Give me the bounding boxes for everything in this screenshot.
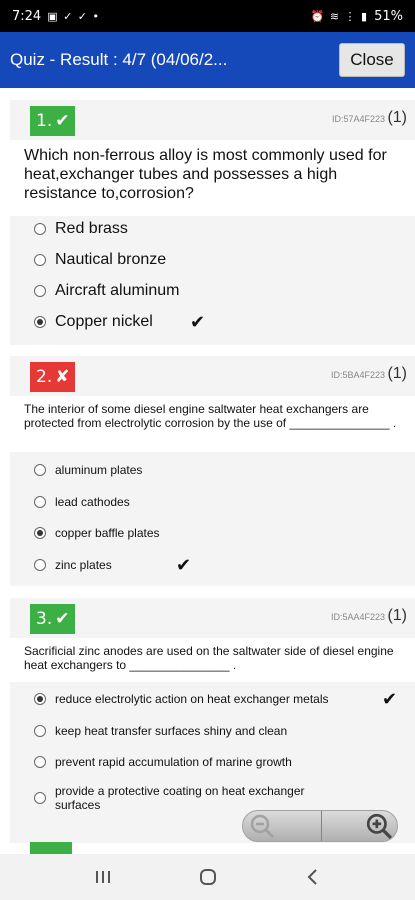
answer-option-label: Nautical bronze — [55, 251, 167, 268]
home-button[interactable] — [188, 862, 228, 892]
zoom-in-button[interactable] — [322, 811, 398, 841]
radio-button[interactable] — [34, 254, 46, 266]
question-card: 3. ✔ ID:5AA4F223 (1) Sacrificial zinc an… — [10, 598, 415, 843]
zoom-in-icon — [366, 813, 392, 839]
page-title: Quiz - Result : 4/7 (04/06/2... — [10, 50, 228, 69]
answer-option[interactable]: Nautical bronze — [34, 251, 166, 269]
question-id: ID:5BA4F223 — [330, 370, 385, 380]
answer-option[interactable]: zinc plates — [34, 558, 112, 572]
question-status-badge: 2. ✘ — [30, 362, 76, 392]
radio-button[interactable] — [34, 464, 46, 476]
radio-button-selected[interactable] — [34, 693, 46, 705]
answer-option[interactable]: prevent rapid accumulation of marine gro… — [34, 755, 292, 769]
answer-option[interactable]: keep heat transfer surfaces shiny and cl… — [34, 724, 287, 738]
question-header: 3. ✔ ID:5AA4F223 (1) — [10, 598, 415, 638]
radio-button-selected[interactable] — [34, 316, 46, 328]
question-text: Sacrificial zinc anodes are used on the … — [10, 638, 415, 682]
answer-option-label: Copper nickel — [55, 313, 153, 330]
radio-button[interactable] — [34, 496, 46, 508]
battery-level: 51% — [374, 8, 403, 24]
answer-option[interactable]: reduce electrolytic action on heat excha… — [34, 692, 329, 706]
answer-option[interactable]: Aircraft aluminum — [34, 282, 179, 300]
question-count: (1) — [387, 365, 407, 382]
radio-button[interactable] — [34, 285, 46, 297]
question-number: 2. — [36, 367, 53, 387]
question-card: 1. ✔ ID:57A4F223 (1) Which non-ferrous a… — [10, 100, 415, 345]
back-button[interactable] — [293, 862, 333, 892]
status-time: 7:24 — [12, 8, 42, 24]
answer-option-label: zinc plates — [55, 558, 112, 572]
app-bar: Quiz - Result : 4/7 (04/06/2... Close — [0, 32, 415, 88]
correct-answer-check-icon: ✔ — [176, 555, 192, 576]
radio-button[interactable] — [34, 792, 46, 804]
question-id: ID:5AA4F223 — [330, 612, 385, 622]
question-header: 2. ✘ ID:5BA4F223 (1) — [10, 356, 415, 396]
question-header: 1. ✔ ID:57A4F223 (1) — [10, 100, 415, 140]
radio-button-selected[interactable] — [34, 527, 46, 539]
quiz-result-list[interactable]: 1. ✔ ID:57A4F223 (1) Which non-ferrous a… — [0, 88, 415, 854]
answer-option-label: prevent rapid accumulation of marine gro… — [55, 755, 292, 769]
system-icons: ⏰ ≋ ⋮ ▮ — [310, 9, 369, 23]
question-count: (1) — [387, 109, 407, 126]
answer-option[interactable]: provide a protective coating on heat exc… — [34, 784, 334, 812]
answer-option-label: copper baffle plates — [55, 526, 160, 540]
radio-button[interactable] — [34, 559, 46, 571]
recent-apps-button[interactable] — [83, 862, 123, 892]
answer-option-label: provide a protective coating on heat exc… — [55, 784, 305, 812]
question-text: The interior of some diesel engine saltw… — [10, 396, 415, 452]
answer-option[interactable]: aluminum plates — [34, 463, 142, 477]
radio-button[interactable] — [34, 223, 46, 235]
answer-option-label: aluminum plates — [55, 463, 143, 477]
back-icon — [307, 869, 317, 885]
check-icon: ✔ — [55, 609, 70, 629]
answer-option-label: Red brass — [55, 220, 128, 237]
recent-apps-icon — [95, 871, 110, 883]
notification-icons: ▣ ✓ ✓ • — [47, 9, 101, 23]
question-number: 1. — [36, 111, 53, 131]
zoom-out-icon — [250, 814, 275, 839]
home-icon — [199, 869, 216, 885]
question-status-badge — [30, 842, 72, 854]
system-navigation-bar — [0, 854, 415, 900]
correct-answer-check-icon: ✔ — [190, 312, 206, 333]
answer-option[interactable]: copper baffle plates — [34, 526, 160, 540]
answer-option-label: reduce electrolytic action on heat excha… — [55, 692, 329, 706]
question-status-badge: 1. ✔ — [30, 106, 76, 136]
zoom-out-button[interactable] — [243, 811, 322, 841]
question-count: (1) — [387, 607, 407, 624]
check-icon: ✔ — [55, 111, 70, 131]
zoom-control — [242, 810, 398, 842]
radio-button[interactable] — [34, 725, 46, 737]
close-button[interactable]: Close — [339, 43, 405, 77]
answer-option[interactable]: Red brass — [34, 220, 128, 238]
status-bar: 7:24 ▣ ✓ ✓ • ⏰ ≋ ⋮ ▮ 51% — [0, 0, 415, 32]
question-text: Which non-ferrous alloy is most commonly… — [10, 140, 415, 216]
answer-option-label: lead cathodes — [55, 495, 130, 509]
question-card: 2. ✘ ID:5BA4F223 (1) The interior of som… — [10, 356, 415, 586]
answer-option[interactable]: Copper nickel — [34, 313, 153, 331]
answer-option-label: Aircraft aluminum — [55, 282, 180, 299]
answer-option-label: keep heat transfer surfaces shiny and cl… — [55, 724, 288, 738]
question-status-badge: 3. ✔ — [30, 604, 76, 634]
answer-option[interactable]: lead cathodes — [34, 495, 130, 509]
cross-icon: ✘ — [55, 367, 70, 387]
question-number: 3. — [36, 609, 53, 629]
question-id: ID:57A4F223 — [331, 114, 385, 124]
correct-answer-check-icon: ✔ — [382, 689, 398, 710]
radio-button[interactable] — [34, 756, 46, 768]
